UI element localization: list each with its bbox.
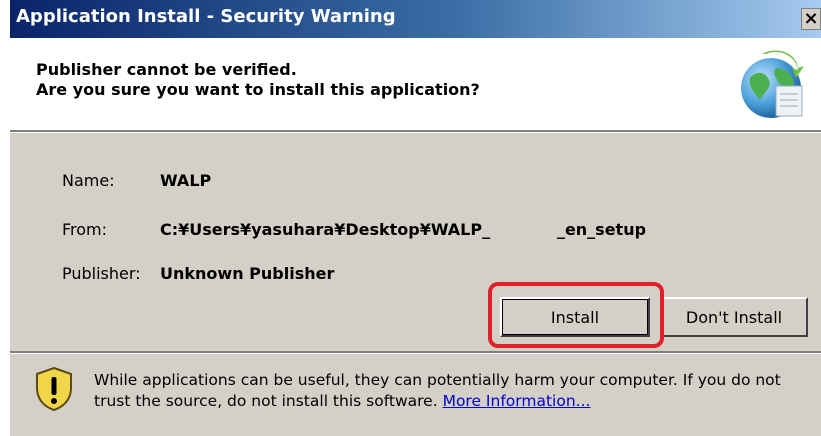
title-bar[interactable]: Application Install - Security Warning ×	[10, 0, 821, 38]
name-value: WALP	[160, 171, 212, 190]
from-value: C:¥Users¥yasuhara¥Desktop¥WALP_ _en_setu…	[160, 220, 647, 239]
install-highlight-annotation	[488, 282, 664, 348]
header-panel: Publisher cannot be verified. Are you su…	[10, 38, 821, 130]
publisher-label: Publisher:	[62, 264, 141, 283]
dont-install-button[interactable]: Don't Install	[660, 297, 808, 337]
security-warning-dialog: Application Install - Security Warning ×…	[10, 0, 821, 436]
from-row: From: C:¥Users¥yasuhara¥Desktop¥WALP_ _e…	[10, 220, 821, 244]
publisher-value: Unknown Publisher	[160, 264, 335, 283]
close-button[interactable]: ×	[801, 8, 821, 30]
name-label: Name:	[62, 171, 115, 190]
from-label: From:	[62, 220, 108, 239]
footer-panel: While applications can be useful, they c…	[10, 354, 821, 436]
divider	[10, 130, 821, 133]
more-information-link[interactable]: More Information...	[443, 392, 591, 410]
header-line-2: Are you sure you want to install this ap…	[36, 80, 480, 99]
window-title: Application Install - Security Warning	[16, 6, 396, 27]
header-line-1: Publisher cannot be verified.	[36, 60, 297, 79]
warning-text: While applications can be useful, they c…	[94, 371, 781, 410]
header-message: Publisher cannot be verified. Are you su…	[36, 60, 480, 100]
publisher-row: Publisher: Unknown Publisher	[10, 264, 821, 288]
shield-warning-icon	[36, 366, 72, 412]
warning-message: While applications can be useful, they c…	[94, 370, 814, 412]
globe-install-icon	[741, 50, 804, 118]
name-row: Name: WALP	[10, 171, 821, 195]
